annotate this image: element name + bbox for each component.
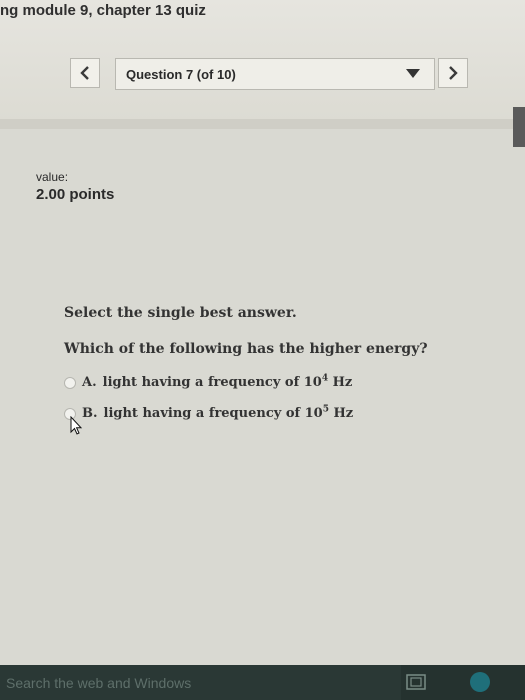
chevron-right-icon (449, 66, 458, 80)
radio-button-a[interactable] (64, 376, 76, 389)
answer-option-a[interactable]: A. light having a frequency of 104 Hz (64, 373, 484, 390)
edge-browser-icon[interactable] (470, 672, 490, 692)
previous-question-button[interactable] (70, 58, 100, 88)
quiz-title: ng module 9, chapter 13 quiz (0, 2, 206, 19)
option-letter: A. (82, 375, 97, 390)
caret-down-icon (406, 69, 420, 78)
chevron-left-icon (80, 66, 89, 80)
option-text: light having a frequency of 104 Hz (102, 373, 353, 390)
mouse-pointer-icon (70, 416, 83, 435)
search-placeholder: Search the web and Windows (6, 674, 192, 691)
question-selector-dropdown[interactable]: Question 7 (of 10) (115, 58, 435, 90)
taskbar-search-box[interactable]: Search the web and Windows (0, 665, 401, 700)
question-prompt: Which of the following has the higher en… (64, 341, 428, 357)
answer-options: A. light having a frequency of 104 Hz B.… (64, 373, 484, 435)
option-letter: B. (82, 406, 98, 421)
question-selector-label: Question 7 (of 10) (126, 66, 236, 82)
option-exponent: 5 (322, 404, 329, 415)
side-panel-tab[interactable] (513, 107, 525, 147)
answer-option-b[interactable]: B. light having a frequency of 105 Hz (64, 404, 484, 435)
value-label: value: (36, 170, 69, 184)
option-exponent: 4 (321, 373, 329, 384)
question-instruction: Select the single best answer. (64, 305, 297, 321)
question-value: value: 2.00 points (36, 170, 114, 203)
option-text: light having a frequency of 105 Hz (103, 404, 354, 421)
value-points: 2.00 points (36, 186, 115, 203)
task-view-icon[interactable] (406, 674, 426, 690)
question-body: Select the single best answer. Which of … (64, 305, 484, 435)
quiz-header-area: ng module 9, chapter 13 quiz Question 7 … (0, 0, 525, 120)
header-divider (0, 119, 525, 129)
next-question-button[interactable] (438, 58, 468, 88)
windows-taskbar: Search the web and Windows (0, 665, 525, 700)
